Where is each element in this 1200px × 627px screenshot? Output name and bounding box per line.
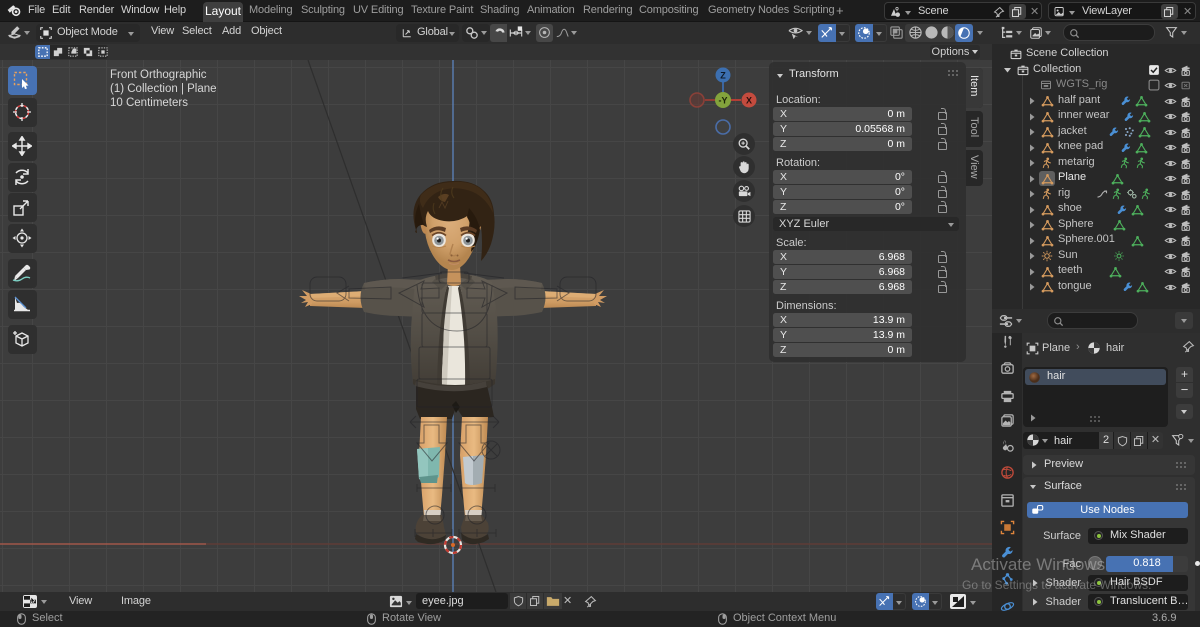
- svg-text:Z: Z: [720, 71, 726, 81]
- svg-text:-Y: -Y: [719, 96, 728, 106]
- svg-text:X: X: [746, 96, 752, 106]
